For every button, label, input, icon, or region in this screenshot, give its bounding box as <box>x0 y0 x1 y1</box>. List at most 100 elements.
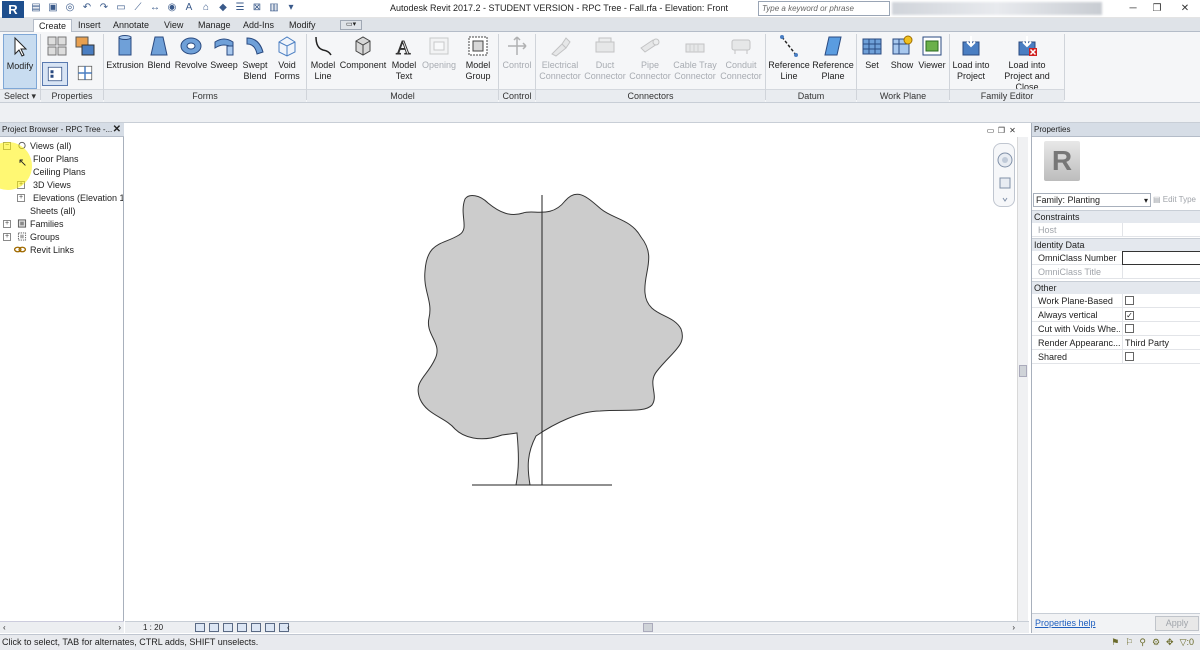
detail-level-icon[interactable] <box>195 623 205 632</box>
show-button[interactable]: Show <box>888 34 916 89</box>
duct-connector-button[interactable]: Duct Connector <box>584 34 626 89</box>
expand-icon[interactable]: + <box>3 233 11 241</box>
browser-horizontal-scrollbar[interactable]: ‹ › <box>0 621 124 633</box>
model-group-button[interactable]: Model Group <box>460 34 496 89</box>
qat-dropdown-icon[interactable]: ▾ <box>285 2 297 14</box>
close-icon[interactable]: ✕ <box>113 123 121 136</box>
scroll-right-icon[interactable]: › <box>1012 622 1015 634</box>
tab-view[interactable]: View <box>159 19 188 32</box>
scroll-left-icon[interactable]: ‹ <box>3 622 6 633</box>
electrical-connector-button[interactable]: Electrical Connector <box>538 34 582 89</box>
save-icon[interactable]: ▣ <box>47 2 59 14</box>
modify-button[interactable]: Modify <box>3 34 37 89</box>
tree-item-groups[interactable]: + Groups <box>3 231 123 244</box>
reference-plane-button[interactable]: Reference Plane <box>812 34 854 89</box>
shadows-icon[interactable] <box>237 623 247 632</box>
tab-create[interactable]: Create <box>33 19 73 32</box>
help-search-input[interactable]: Type a keyword or phrase <box>758 1 890 16</box>
section-icon[interactable]: ◆ <box>217 2 229 14</box>
shared-checkbox[interactable] <box>1125 352 1134 361</box>
filter-icon[interactable]: ▽:0 <box>1180 637 1194 648</box>
revolve-button[interactable]: Revolve <box>174 34 208 89</box>
vertical-scroll-thumb[interactable] <box>1019 365 1027 377</box>
tab-annotate[interactable]: Annotate <box>108 19 154 32</box>
view-scale[interactable]: 1 : 20 <box>143 622 163 634</box>
component-button[interactable]: Component <box>339 34 387 89</box>
viewer-button[interactable]: Viewer <box>917 34 947 89</box>
control-button[interactable]: Control <box>500 34 534 89</box>
extrusion-button[interactable]: Extrusion <box>106 34 144 89</box>
select-panel-dropdown[interactable]: Select ▾ <box>0 89 40 102</box>
expand-icon[interactable]: + <box>3 220 11 228</box>
group-constraints[interactable]: Constraints <box>1032 210 1200 223</box>
properties-help-link[interactable]: Properties help <box>1035 618 1096 628</box>
model-line-button[interactable]: Model Line <box>308 34 338 89</box>
3d-view-icon[interactable]: ⌂ <box>200 2 212 14</box>
minimize-icon[interactable]: ─ <box>1126 2 1140 15</box>
scroll-right-icon[interactable]: › <box>118 622 121 633</box>
drag-elements-icon[interactable]: ✥ <box>1166 637 1174 648</box>
void-forms-button[interactable]: Void Forms <box>272 34 302 89</box>
edit-type-button[interactable]: ▤ Edit Type <box>1153 193 1200 207</box>
crop-view-icon[interactable] <box>251 623 261 632</box>
ribbon-minimize-icon[interactable]: ▭▾ <box>340 20 362 30</box>
drawing-area[interactable] <box>125 123 1029 621</box>
view-close-icon[interactable]: ✕ <box>1008 126 1017 135</box>
set-button[interactable]: Set <box>859 34 885 89</box>
tag-icon[interactable]: ◉ <box>166 2 178 14</box>
select-by-face-icon[interactable]: ⚙ <box>1152 637 1160 648</box>
restore-icon[interactable]: ❐ <box>1150 2 1164 15</box>
tab-modify[interactable]: Modify <box>284 19 321 32</box>
view-maximize-icon[interactable]: ❐ <box>997 126 1006 135</box>
select-pinned-icon[interactable]: ⚲ <box>1139 637 1146 648</box>
view-restore-icon[interactable]: ▭ <box>986 126 995 135</box>
reference-line-button[interactable]: Reference Line <box>768 34 810 89</box>
tab-add-ins[interactable]: Add-Ins <box>238 19 279 32</box>
sun-path-icon[interactable] <box>223 623 233 632</box>
prop-omniclass-number[interactable]: OmniClass Number <box>1032 251 1200 265</box>
thin-lines-icon[interactable]: ☰ <box>234 2 246 14</box>
visual-style-icon[interactable] <box>209 623 219 632</box>
close-icon[interactable]: ✕ <box>1178 2 1192 15</box>
sweep-button[interactable]: Sweep <box>209 34 239 89</box>
tree-item-3d-views[interactable]: + 3D Views <box>17 179 117 192</box>
select-underlay-icon[interactable]: ⚐ <box>1125 637 1133 648</box>
group-other[interactable]: Other <box>1032 281 1200 294</box>
select-links-icon[interactable]: ⚑ <box>1111 637 1119 648</box>
tree-item-elevations[interactable]: + Elevations (Elevation 1 <box>17 192 123 205</box>
text-icon[interactable]: A <box>183 2 195 14</box>
measure-icon[interactable]: ⟋ <box>132 2 144 14</box>
undo-icon[interactable]: ↶ <box>81 2 93 14</box>
prop-always-vertical[interactable]: Always vertical ✓ <box>1032 308 1200 322</box>
prop-work-plane-based[interactable]: Work Plane-Based <box>1032 294 1200 308</box>
dimension-icon[interactable]: ↔ <box>149 2 161 14</box>
pipe-connector-button[interactable]: Pipe Connector <box>628 34 672 89</box>
work-plane-based-checkbox[interactable] <box>1125 296 1134 305</box>
group-identity-data[interactable]: Identity Data <box>1032 238 1200 251</box>
sync-icon[interactable]: ◎ <box>64 2 76 14</box>
prop-render-appearance[interactable]: Render Appearanc... Third Party <box>1032 336 1200 350</box>
tab-insert[interactable]: Insert <box>73 19 106 32</box>
close-hidden-icon[interactable]: ⊠ <box>251 2 263 14</box>
apply-button[interactable]: Apply <box>1155 616 1199 631</box>
tree-item-revit-links[interactable]: Revit Links <box>3 244 123 257</box>
opening-button[interactable]: Opening <box>421 34 457 89</box>
properties-button[interactable] <box>42 62 68 86</box>
revit-logo-button[interactable]: R <box>2 1 24 18</box>
load-into-project-button[interactable]: Load into Project <box>950 34 992 89</box>
navigation-bar[interactable] <box>993 143 1015 207</box>
omniclass-number-input[interactable] <box>1122 251 1200 265</box>
tree-item-families[interactable]: + Families <box>3 218 123 231</box>
switch-windows-icon[interactable]: ▥ <box>268 2 280 14</box>
show-crop-icon[interactable] <box>265 623 275 632</box>
horizontal-scroll-thumb[interactable] <box>643 623 653 632</box>
scroll-left-icon[interactable]: ‹ <box>287 622 290 634</box>
swept-blend-button[interactable]: Swept Blend <box>240 34 270 89</box>
tab-manage[interactable]: Manage <box>193 19 236 32</box>
blend-button[interactable]: Blend <box>145 34 173 89</box>
type-selector[interactable]: Family: Planting ▾ <box>1033 193 1151 207</box>
prop-cut-with-voids[interactable]: Cut with Voids Whe... <box>1032 322 1200 336</box>
print-icon[interactable]: ▭ <box>115 2 127 14</box>
always-vertical-checkbox[interactable]: ✓ <box>1125 311 1134 320</box>
model-text-button[interactable]: A Model Text <box>389 34 419 89</box>
